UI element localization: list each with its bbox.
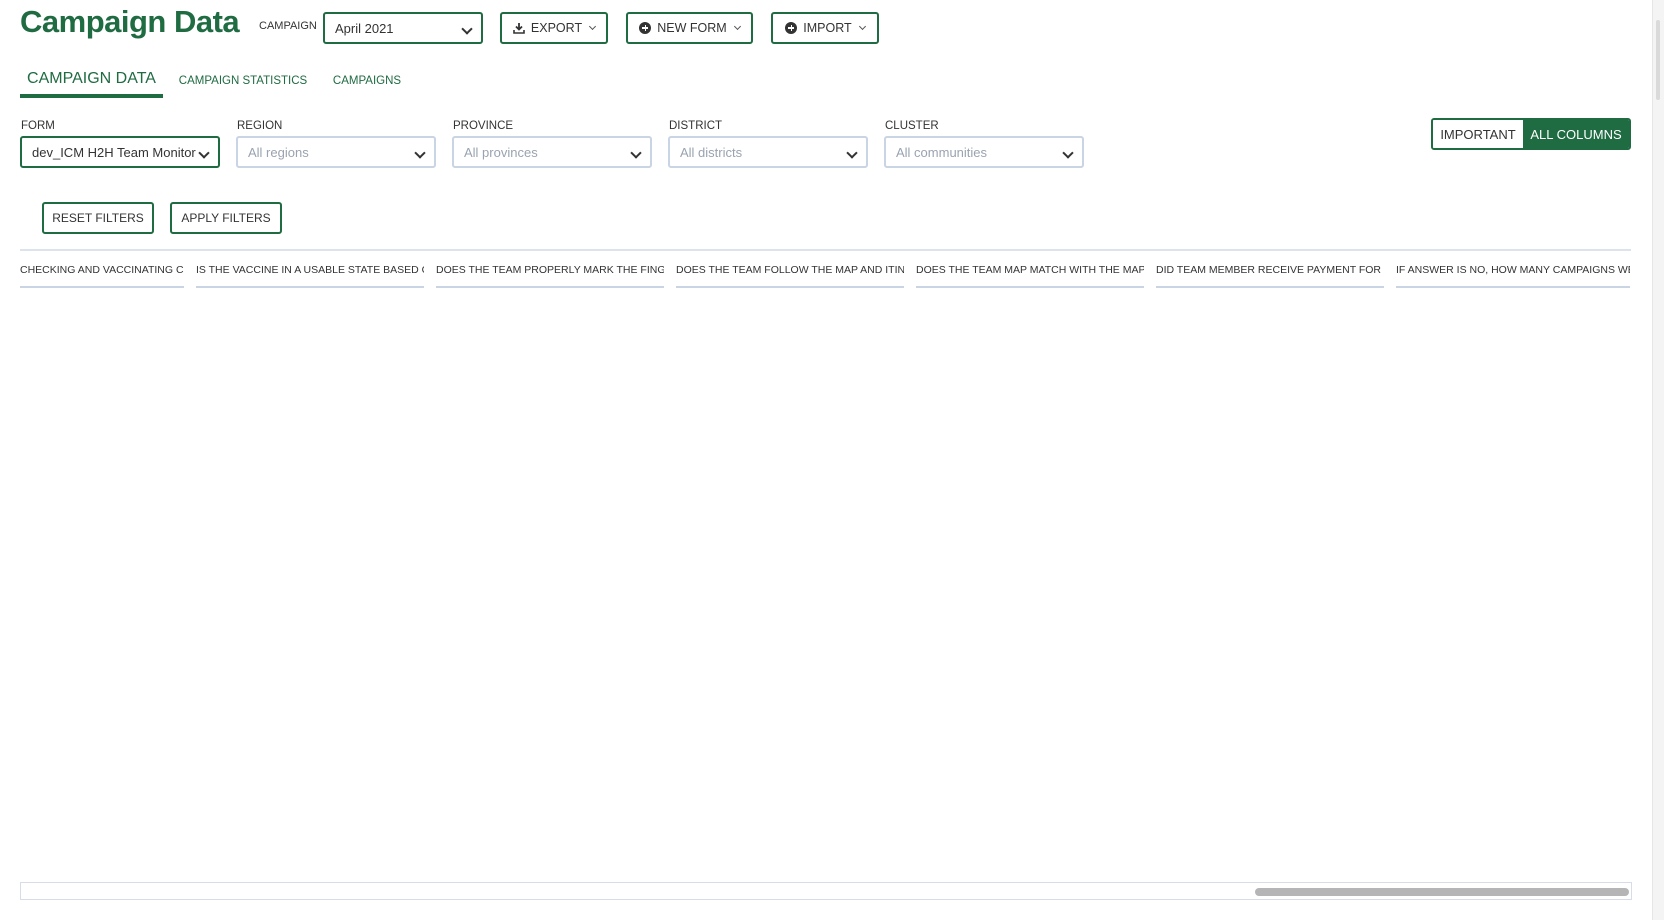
- import-label: IMPORT: [803, 21, 852, 35]
- district-filter-placeholder: All districts: [680, 145, 743, 160]
- page-title: Campaign Data: [20, 4, 240, 39]
- new-form-button[interactable]: NEW FORM: [626, 12, 753, 44]
- chevron-down-icon: [198, 147, 210, 159]
- campaign-label: CAMPAIGN: [259, 20, 317, 32]
- cluster-filter-select[interactable]: All communities: [884, 136, 1084, 168]
- tab-campaign-statistics[interactable]: CAMPAIGN STATISTICS: [179, 64, 307, 98]
- form-filter-select[interactable]: dev_ICM H2H Team Monitor: [20, 136, 220, 168]
- tab-campaign-data[interactable]: CAMPAIGN DATA: [20, 64, 163, 98]
- chevron-down-icon: [630, 147, 642, 159]
- region-filter-label: REGION: [237, 120, 283, 132]
- province-filter-placeholder: All provinces: [464, 145, 538, 160]
- download-icon: [513, 23, 525, 34]
- grid-divider: [20, 249, 1631, 251]
- chevron-down-icon: [846, 147, 858, 159]
- apply-filters-button[interactable]: APPLY FILTERS: [170, 202, 282, 234]
- vertical-scrollbar[interactable]: [1652, 0, 1664, 920]
- import-button[interactable]: IMPORT: [771, 12, 879, 44]
- region-filter-select[interactable]: All regions: [236, 136, 436, 168]
- region-filter-placeholder: All regions: [248, 145, 309, 160]
- plus-circle-icon: [785, 22, 798, 34]
- province-filter-select[interactable]: All provinces: [452, 136, 652, 168]
- column-header[interactable]: DID TEAM MEMBER RECEIVE PAYMENT FOR PR..…: [1156, 258, 1384, 288]
- plus-circle-icon: [639, 22, 652, 34]
- all-columns-option[interactable]: ALL COLUMNS: [1523, 120, 1629, 148]
- horizontal-scrollbar-thumb[interactable]: [1255, 888, 1629, 896]
- district-filter-label: DISTRICT: [669, 120, 723, 132]
- vertical-scrollbar-thumb[interactable]: [1656, 20, 1660, 100]
- chevron-down-icon: [461, 23, 473, 35]
- export-label: EXPORT: [530, 21, 583, 35]
- column-header[interactable]: IS THE VACCINE IN A USABLE STATE BASED O…: [196, 258, 424, 288]
- new-form-label: NEW FORM: [657, 21, 727, 35]
- important-columns-option[interactable]: IMPORTANT: [1433, 120, 1523, 148]
- column-header[interactable]: DOES THE TEAM MAP MATCH WITH THE MAP ...: [916, 258, 1144, 288]
- province-filter-label: PROVINCE: [453, 120, 514, 132]
- chevron-down-icon: [733, 22, 741, 31]
- horizontal-scrollbar[interactable]: [20, 882, 1632, 900]
- reset-filters-button[interactable]: RESET FILTERS: [42, 202, 154, 234]
- form-filter-label: FORM: [21, 120, 55, 132]
- column-header[interactable]: CHECKING AND VACCINATING C...: [20, 258, 184, 288]
- tab-campaigns[interactable]: CAMPAIGNS: [333, 64, 401, 98]
- column-toggle: IMPORTANT ALL COLUMNS: [1431, 118, 1631, 150]
- column-header[interactable]: DOES THE TEAM FOLLOW THE MAP AND ITINE..…: [676, 258, 904, 288]
- district-filter-select[interactable]: All districts: [668, 136, 868, 168]
- chevron-down-icon: [858, 22, 866, 31]
- campaign-select-value: April 2021: [335, 21, 394, 36]
- column-header[interactable]: DOES THE TEAM PROPERLY MARK THE FINGE...: [436, 258, 664, 288]
- export-button[interactable]: EXPORT: [500, 12, 608, 44]
- chevron-down-icon: [1062, 147, 1074, 159]
- column-header[interactable]: IF ANSWER IS NO, HOW MANY CAMPAIGNS WE..…: [1396, 258, 1630, 288]
- cluster-filter-label: CLUSTER: [885, 120, 939, 132]
- campaign-select[interactable]: April 2021: [323, 12, 483, 44]
- chevron-down-icon: [589, 22, 597, 31]
- cluster-filter-placeholder: All communities: [896, 145, 988, 160]
- form-filter-value: dev_ICM H2H Team Monitor: [32, 145, 196, 160]
- chevron-down-icon: [414, 147, 426, 159]
